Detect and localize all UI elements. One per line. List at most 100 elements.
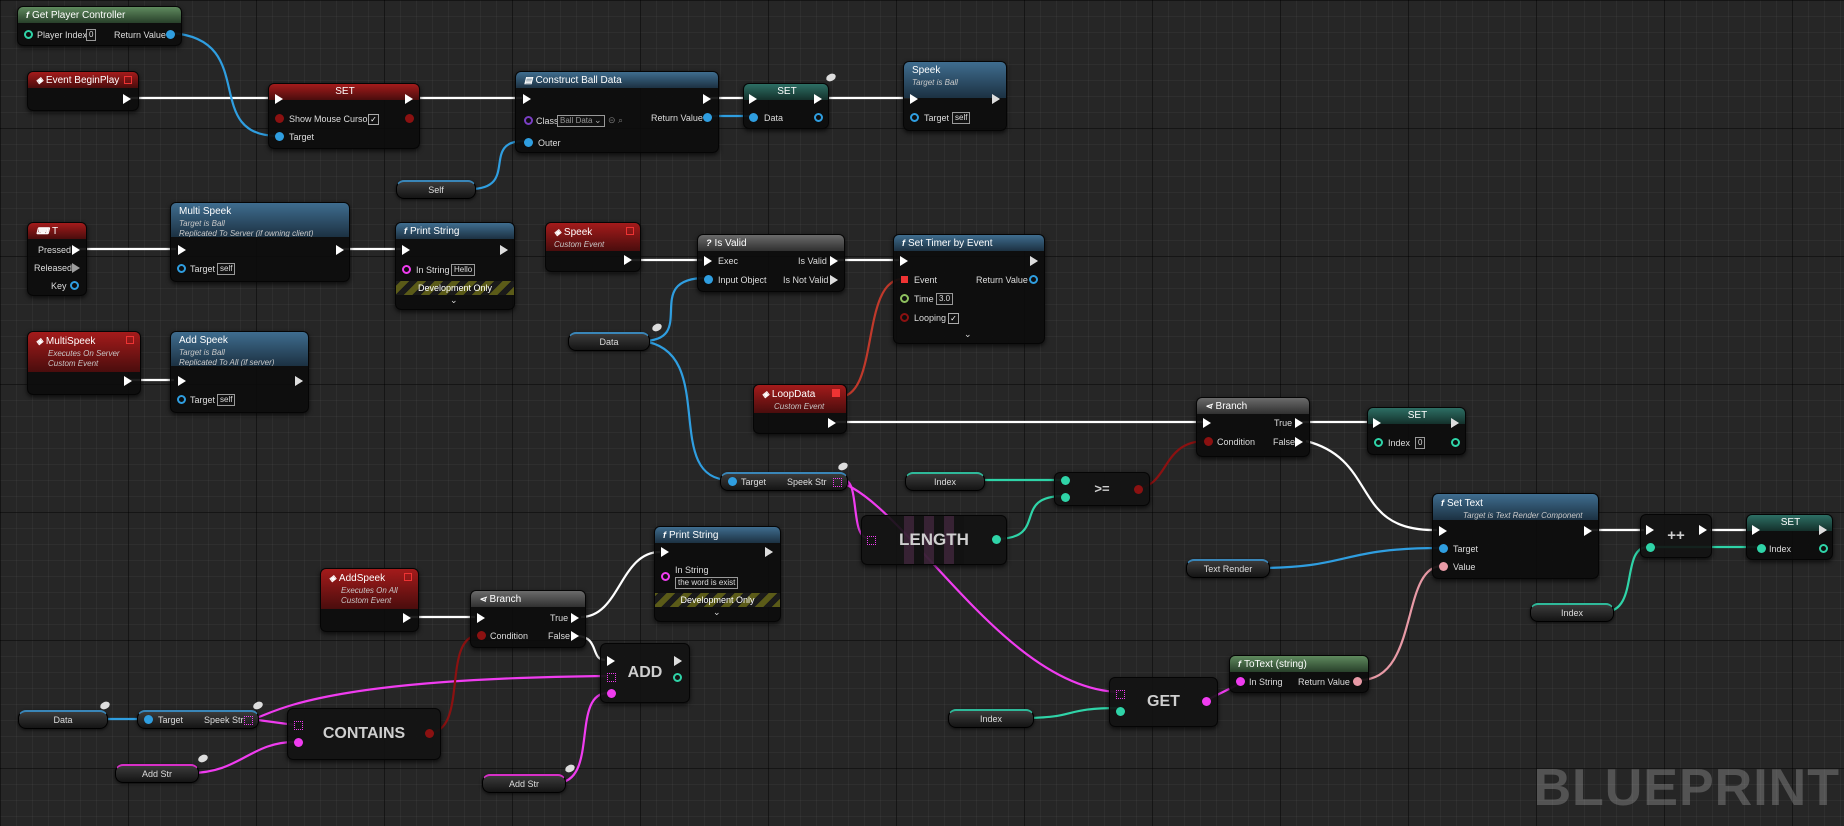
length-out-pin[interactable]: [992, 535, 1001, 544]
print-string-hello-node[interactable]: f Print String In String Hello Developmen…: [395, 222, 515, 310]
exec-in-pin[interactable]: [178, 376, 186, 386]
multi-speek-call-node[interactable]: Multi Speek Target is Ball Replicated To S…: [170, 202, 350, 282]
show-mouse-cursor-pin[interactable]: [275, 114, 284, 123]
index-variable[interactable]: Index: [948, 709, 1034, 728]
exec-in-pin[interactable]: [402, 245, 410, 255]
index-out-pin[interactable]: [1451, 438, 1460, 447]
exec-in-pin[interactable]: [275, 94, 283, 104]
comment-bubble-icon[interactable]: [563, 763, 577, 774]
item-pin[interactable]: [294, 738, 303, 747]
branch-node[interactable]: ⋖ Branch True Condition False: [1196, 397, 1310, 457]
array-pin-icon[interactable]: [1116, 690, 1125, 699]
to-text-string-node[interactable]: f ToText (string) In String Return Value: [1229, 655, 1369, 693]
index-variable[interactable]: Index: [905, 472, 985, 491]
array-pin-icon[interactable]: [607, 673, 616, 682]
target-pin[interactable]: [1439, 544, 1448, 553]
exec-out-pin[interactable]: [765, 547, 773, 557]
target-pin[interactable]: [177, 395, 186, 404]
exec-out-pin[interactable]: [295, 376, 303, 386]
text-render-variable[interactable]: Text Render: [1186, 559, 1270, 578]
return-value-pin[interactable]: [1353, 677, 1362, 686]
target-self-field[interactable]: self: [217, 263, 236, 275]
is-valid-node[interactable]: ? Is Valid Exec Is Valid Input Object Is …: [697, 234, 845, 292]
exec-in-pin[interactable]: [661, 547, 669, 557]
false-exec-pin[interactable]: [571, 631, 579, 641]
array-pin-icon[interactable]: [244, 716, 253, 725]
set-data-node[interactable]: SET Data: [743, 83, 829, 129]
greater-equal-node[interactable]: >=: [1054, 472, 1150, 506]
loopdata-custom-event-node[interactable]: ◈ LoopData Custom Event: [753, 384, 847, 434]
in-string-pin[interactable]: [402, 265, 411, 274]
exec-in-pin[interactable]: [1752, 525, 1760, 535]
event-beginplay-node[interactable]: ◈ Event BeginPlay: [27, 71, 139, 111]
chevron-down-icon[interactable]: ⌄: [964, 329, 972, 340]
index-field[interactable]: 0: [1415, 437, 1426, 449]
exec-in-pin[interactable]: [1646, 525, 1654, 535]
set-text-node[interactable]: f Set Text Target is Text Render Component…: [1432, 493, 1599, 579]
comment-bubble-icon[interactable]: [196, 753, 210, 764]
looping-checkbox[interactable]: ✓: [948, 313, 959, 324]
array-pin-icon[interactable]: [867, 536, 876, 545]
outer-pin[interactable]: [524, 138, 533, 147]
value-pin[interactable]: [1646, 543, 1655, 552]
exec-out-pin[interactable]: [405, 94, 413, 104]
addspeek-custom-event-node[interactable]: ◈ AddSpeek Executes On All Custom Event: [320, 568, 419, 632]
true-exec-pin[interactable]: [1295, 418, 1303, 428]
exec-out-pin[interactable]: [500, 245, 508, 255]
comment-bubble-icon[interactable]: [836, 461, 850, 472]
in-string-field[interactable]: the word is exist: [675, 577, 739, 589]
exec-in-pin[interactable]: [704, 256, 712, 266]
chevron-down-icon[interactable]: ⌄: [594, 115, 602, 126]
comment-bubble-icon[interactable]: [650, 322, 664, 333]
speek-str-getter[interactable]: Target Speek Str: [137, 710, 259, 729]
exec-in-pin[interactable]: [477, 613, 485, 623]
array-pin-icon[interactable]: [294, 721, 303, 730]
speek-custom-event-node[interactable]: ◈ Speek Custom Event: [545, 222, 641, 272]
array-add-node[interactable]: ADD: [600, 643, 690, 703]
index-out-pin[interactable]: [1819, 544, 1828, 553]
speek-call-node[interactable]: Speek Target is Ball Target self: [903, 61, 1007, 131]
exec-in-pin[interactable]: [523, 94, 531, 104]
key-pin[interactable]: [70, 281, 79, 290]
value-pin[interactable]: [1439, 562, 1448, 571]
data-out-pin[interactable]: [814, 113, 823, 122]
delegate-pin-icon[interactable]: [404, 573, 412, 581]
looping-pin[interactable]: [900, 313, 909, 322]
target-pin[interactable]: [177, 264, 186, 273]
exec-in-pin[interactable]: [1439, 526, 1447, 536]
exec-in-pin[interactable]: [178, 245, 186, 255]
b-pin[interactable]: [1061, 493, 1070, 502]
exec-out-pin[interactable]: [403, 613, 411, 623]
print-string-exists-node[interactable]: f Print String In String the word is exis…: [654, 526, 781, 622]
increment-node[interactable]: ++: [1640, 514, 1712, 558]
exec-out-pin[interactable]: [992, 94, 1000, 104]
released-exec-pin[interactable]: [72, 263, 80, 273]
exec-out-pin[interactable]: [703, 94, 711, 104]
return-value-pin[interactable]: [703, 113, 712, 122]
delegate-pin-icon[interactable]: [124, 76, 132, 84]
chevron-down-icon[interactable]: ⌄: [450, 295, 458, 306]
show-mouse-cursor-out-pin[interactable]: [405, 114, 414, 123]
show-mouse-cursor-checkbox[interactable]: ✓: [368, 114, 379, 125]
index-variable[interactable]: Index: [1530, 603, 1614, 622]
index-out-pin[interactable]: [673, 673, 682, 682]
in-string-pin[interactable]: [1236, 677, 1245, 686]
is-valid-exec-pin[interactable]: [830, 256, 838, 266]
self-variable[interactable]: Self: [396, 180, 476, 199]
a-pin[interactable]: [1061, 476, 1070, 485]
get-player-controller-node[interactable]: f Get Player Controller Player Index 0 Re…: [17, 6, 182, 46]
chevron-down-icon[interactable]: ⌄: [713, 607, 721, 618]
exec-in-pin[interactable]: [900, 256, 908, 266]
delegate-pin-icon[interactable]: [126, 336, 134, 344]
exec-out-pin[interactable]: [1699, 525, 1707, 535]
data-pin[interactable]: [749, 113, 758, 122]
time-field[interactable]: 3.0: [936, 293, 954, 305]
set-index-node[interactable]: SET Index: [1746, 514, 1833, 560]
exec-out-pin[interactable]: [1819, 525, 1827, 535]
delegate-pin-icon[interactable]: [832, 389, 840, 397]
set-timer-by-event-node[interactable]: f Set Timer by Event Event Return Value T…: [893, 234, 1045, 344]
construct-ball-data-node[interactable]: ▤ Construct Ball Data Class Ball Data ⌄ ⊝…: [515, 71, 719, 153]
exec-in-pin[interactable]: [1373, 418, 1381, 428]
index-pin[interactable]: [1116, 707, 1125, 716]
in-string-pin[interactable]: [661, 572, 670, 581]
